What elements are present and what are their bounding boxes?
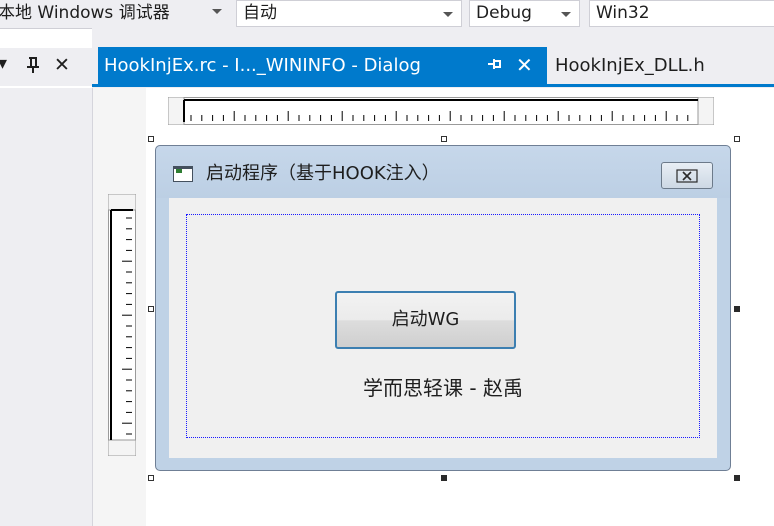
pin-icon[interactable] bbox=[26, 56, 40, 79]
dialog-preview[interactable]: 启动程序（基于HOOK注入） 启动WG 学而思轻课 - 赵禹 bbox=[155, 145, 731, 471]
toolbar: 本地 Windows 调试器 自动 Debug Win32 bbox=[0, 0, 774, 29]
resize-handle-ne[interactable] bbox=[734, 136, 740, 142]
resize-handle-e[interactable] bbox=[734, 306, 740, 312]
close-icon[interactable]: ✕ bbox=[54, 55, 70, 75]
tab-pin-icon[interactable] bbox=[487, 56, 503, 76]
vertical-ruler-ticks bbox=[108, 194, 136, 456]
tab-label: HookInjEx.rc - I..._WININFO - Dialog bbox=[104, 55, 421, 76]
active-tab-underline bbox=[92, 84, 774, 87]
resize-handle-se[interactable] bbox=[734, 475, 740, 481]
auto-config-value: 自动 bbox=[243, 3, 277, 23]
tab-hookinjex-rc-dialog[interactable]: HookInjEx.rc - I..._WININFO - Dialog ✕ bbox=[98, 47, 547, 84]
pin-icon-glyph bbox=[27, 57, 39, 73]
resize-handle-w[interactable] bbox=[148, 306, 154, 312]
vertical-ruler[interactable] bbox=[108, 194, 136, 456]
dialog-window-icon bbox=[173, 166, 193, 182]
tab-hookinjex-dll-h[interactable]: HookInjEx_DLL.h bbox=[547, 47, 774, 84]
dialog-title: 启动程序（基于HOOK注入） bbox=[206, 163, 440, 184]
resize-handle-s[interactable] bbox=[441, 475, 447, 481]
dialog-close-button[interactable] bbox=[661, 162, 713, 189]
platform-value: Win32 bbox=[596, 3, 650, 23]
horizontal-ruler[interactable] bbox=[168, 97, 714, 125]
debugger-dropdown-icon[interactable] bbox=[212, 9, 222, 14]
dialog-titlebar: 启动程序（基于HOOK注入） bbox=[156, 146, 730, 198]
build-config-dropdown[interactable]: Debug bbox=[469, 0, 580, 27]
tab-close-icon[interactable]: ✕ bbox=[516, 53, 533, 77]
start-wg-button[interactable]: 启动WG bbox=[335, 291, 516, 349]
panel-menu-icon[interactable]: ▾ bbox=[0, 54, 7, 74]
dialog-client-area: 启动WG 学而思轻课 - 赵禹 bbox=[169, 198, 717, 458]
resize-handle-nw[interactable] bbox=[148, 136, 154, 142]
build-config-value: Debug bbox=[476, 3, 532, 23]
left-panel bbox=[0, 88, 93, 526]
close-icon bbox=[676, 169, 698, 183]
local-debugger-button[interactable]: 本地 Windows 调试器 bbox=[0, 0, 170, 28]
left-panel-header: ▾ ✕ bbox=[0, 48, 92, 86]
resize-handle-sw[interactable] bbox=[148, 475, 154, 481]
dialog-static-text: 学而思轻课 - 赵禹 bbox=[363, 376, 523, 400]
chevron-down-icon bbox=[561, 12, 571, 17]
resize-handle-n[interactable] bbox=[441, 136, 447, 142]
chevron-down-icon bbox=[443, 12, 453, 17]
auto-config-dropdown[interactable]: 自动 bbox=[236, 0, 462, 27]
tab-pin-icon-glyph bbox=[488, 59, 501, 69]
platform-dropdown[interactable]: Win32 bbox=[589, 0, 774, 27]
horizontal-ruler-ticks bbox=[168, 97, 714, 125]
tab-label: HookInjEx_DLL.h bbox=[555, 55, 705, 76]
